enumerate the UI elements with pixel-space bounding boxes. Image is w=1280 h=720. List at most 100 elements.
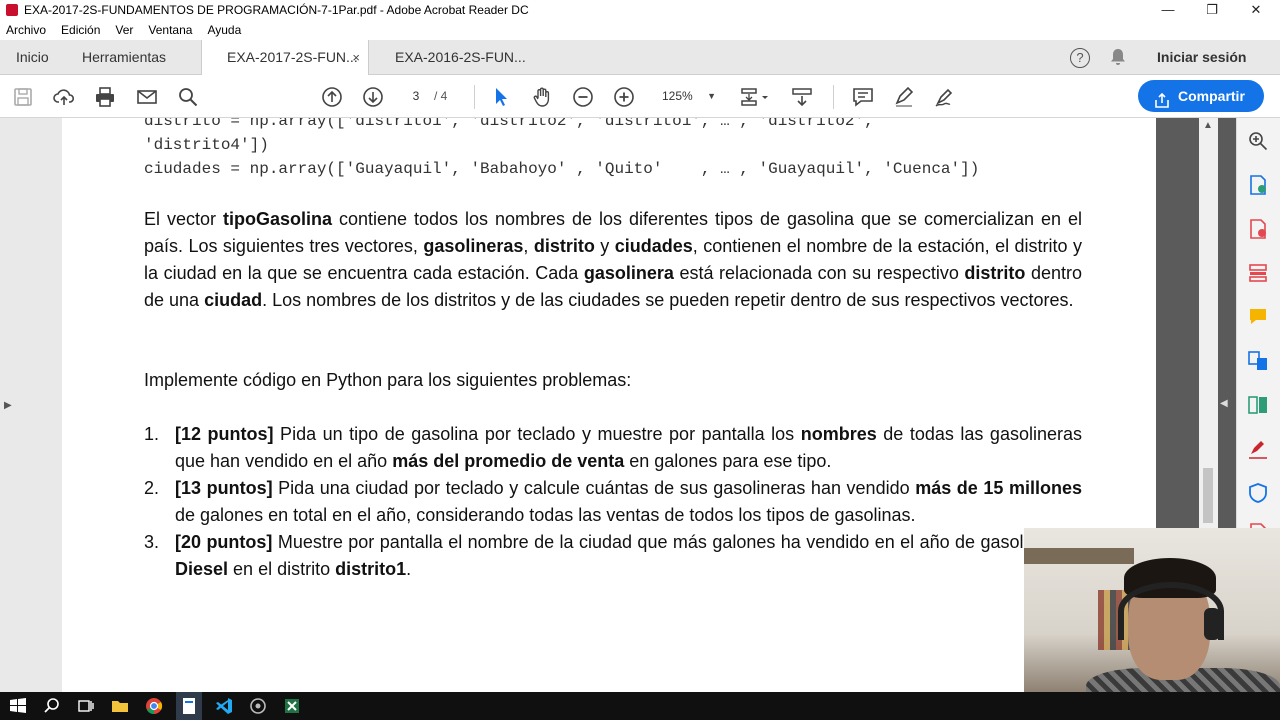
problem-number: 2.	[144, 478, 160, 498]
fill-sign-icon[interactable]	[1247, 438, 1269, 460]
previous-page-icon[interactable]	[321, 86, 343, 108]
help-icon[interactable]: ?	[1070, 48, 1090, 68]
bold-text: distrito	[964, 263, 1026, 283]
problem-text: [12 puntos] Pida un tipo de gasolina por…	[175, 421, 1082, 475]
hand-tool-icon[interactable]	[531, 86, 553, 108]
bold-text: [12 puntos]	[175, 424, 274, 444]
select-cursor-icon[interactable]	[490, 86, 512, 108]
bold-text: gasolineras	[423, 236, 524, 256]
vertical-scrollbar[interactable]: ▲	[1199, 118, 1218, 528]
bold-text: Diesel	[175, 559, 229, 579]
search-icon[interactable]	[42, 696, 62, 716]
next-page-icon[interactable]	[362, 86, 384, 108]
window-titlebar: EXA-2017-2S-FUNDAMENTOS DE PROGRAMACIÓN-…	[0, 0, 1280, 20]
zoom-in-icon[interactable]	[613, 86, 635, 108]
page-fit-icon[interactable]	[740, 86, 772, 108]
minimize-button[interactable]: —	[1146, 0, 1190, 20]
excel-icon[interactable]	[282, 696, 302, 716]
create-pdf-icon[interactable]	[1247, 218, 1269, 240]
zoom-tool-icon[interactable]	[1247, 130, 1269, 152]
text-segment: Pida un tipo de gasolina por teclado y m…	[273, 424, 801, 444]
menu-bar: Archivo Edición Ver Ventana Ayuda	[0, 20, 1280, 40]
tab-close-icon[interactable]: ×	[352, 40, 360, 75]
zoom-select[interactable]: 125% ▼	[652, 85, 720, 107]
export-pdf-icon[interactable]	[1247, 174, 1269, 196]
expand-left-pane-icon[interactable]: ▶	[4, 400, 12, 411]
bold-text: nombres	[800, 424, 877, 444]
signin-link[interactable]: Iniciar sesión	[1157, 40, 1246, 75]
acrobat-taskbar-icon[interactable]	[176, 692, 202, 720]
page-total: / 4	[434, 89, 448, 103]
problem-number: 3.	[144, 532, 160, 552]
share-button[interactable]: Compartir	[1138, 80, 1264, 112]
app-icon[interactable]	[248, 696, 268, 716]
save-icon[interactable]	[12, 86, 34, 108]
text-segment: está relacionada con su respectivo	[673, 263, 965, 283]
text-segment: en el distrito	[228, 559, 336, 579]
zoom-out-icon[interactable]	[572, 86, 594, 108]
text-segment: Muestre por pantalla el nombre de la ciu…	[272, 532, 976, 552]
windows-start-icon[interactable]	[8, 696, 28, 716]
tab-document-2[interactable]: EXA-2016-2S-FUN...	[395, 40, 526, 75]
text-segment: El vector	[144, 209, 223, 229]
protect-shield-icon[interactable]	[1247, 482, 1269, 504]
collapse-right-pane-icon[interactable]: ◀	[1220, 398, 1228, 409]
comment-icon[interactable]	[852, 86, 874, 108]
bold-text: tipoGasolina	[222, 209, 332, 229]
text-segment: en galones para ese tipo.	[624, 451, 832, 471]
highlight-pen-icon[interactable]	[893, 86, 915, 108]
search-icon[interactable]	[177, 86, 199, 108]
headphones-earcup	[1204, 608, 1220, 640]
background-shelf	[1024, 548, 1134, 564]
notification-bell-icon[interactable]	[1108, 47, 1128, 70]
menu-ayuda[interactable]: Ayuda	[207, 23, 241, 37]
page-number-input[interactable]: 3	[400, 85, 432, 107]
instructions-paragraph: Implemente código en Python para los sig…	[144, 370, 632, 390]
main-toolbar: 3 / 4 125% ▼	[0, 75, 1280, 118]
tab-bar: Inicio Herramientas EXA-2017-2S-FUN... ×…	[0, 40, 1280, 76]
text-segment: y	[594, 236, 615, 256]
email-icon[interactable]	[136, 86, 158, 108]
menu-ver[interactable]: Ver	[115, 23, 133, 37]
tab-document-1[interactable]: EXA-2017-2S-FUN... ×	[201, 40, 369, 76]
bold-text: distrito1	[335, 559, 407, 579]
bold-text: más del promedio de venta	[392, 451, 625, 471]
menu-edicion[interactable]: Edición	[61, 23, 100, 37]
zoom-value: 125%	[662, 89, 693, 103]
bold-text: distrito	[533, 236, 595, 256]
combine-files-icon[interactable]	[1247, 350, 1269, 372]
tab-document-1-label: EXA-2017-2S-FUN...	[227, 49, 358, 65]
close-window-button[interactable]: ✕	[1234, 0, 1278, 20]
tab-herramientas[interactable]: Herramientas	[82, 40, 166, 75]
sign-icon[interactable]	[934, 86, 956, 108]
chrome-icon[interactable]	[144, 696, 164, 716]
windows-taskbar	[0, 692, 1280, 720]
problem-number: 1.	[144, 424, 160, 444]
problem-text: [13 puntos] Pida una ciudad por teclado …	[175, 475, 1082, 529]
upload-cloud-icon[interactable]	[53, 86, 75, 108]
code-line: ciudades = np.array(['Guayaquil', 'Babah…	[144, 160, 980, 178]
left-nav-pane: ▶	[0, 118, 62, 692]
scroll-mode-icon[interactable]	[791, 86, 813, 108]
bold-text: ciudad	[204, 290, 263, 310]
pdf-page: distrito = np.array(['distrito1', 'distr…	[62, 118, 1156, 692]
organize-pages-icon[interactable]	[1247, 394, 1269, 416]
share-label: Compartir	[1178, 88, 1245, 104]
scrollbar-thumb[interactable]	[1203, 468, 1213, 523]
comment-tool-icon[interactable]	[1247, 306, 1269, 328]
menu-archivo[interactable]: Archivo	[6, 23, 46, 37]
tab-inicio[interactable]: Inicio	[16, 40, 49, 75]
toolbar-divider	[474, 85, 475, 109]
bold-text: más de 15 millones	[915, 478, 1083, 498]
print-icon[interactable]	[94, 86, 116, 108]
maximize-button[interactable]: ❐	[1190, 0, 1234, 20]
vscode-icon[interactable]	[214, 696, 234, 716]
description-paragraph: El vector tipoGasolina contiene todos lo…	[144, 206, 1082, 314]
text-segment: ,	[523, 236, 534, 256]
file-explorer-icon[interactable]	[110, 696, 130, 716]
menu-ventana[interactable]: Ventana	[148, 23, 192, 37]
scroll-up-icon[interactable]: ▲	[1203, 120, 1213, 131]
bold-text: [13 puntos]	[175, 478, 273, 498]
task-view-icon[interactable]	[76, 696, 96, 716]
edit-pdf-icon[interactable]	[1247, 262, 1269, 284]
